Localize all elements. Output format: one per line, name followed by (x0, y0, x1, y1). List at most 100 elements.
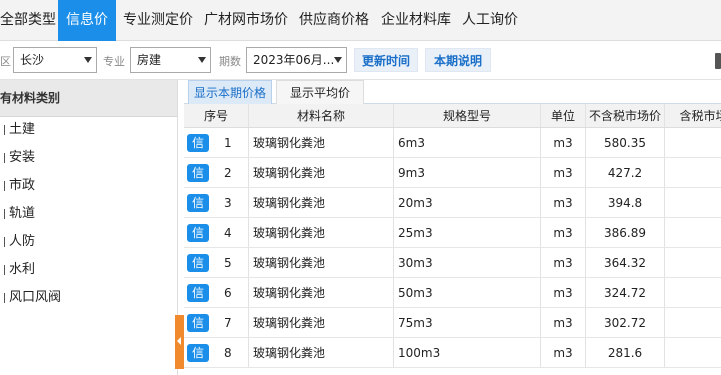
table-row[interactable]: 信 3 玻璃钢化粪池 20m3 m3 394.8 (184, 188, 721, 218)
category-panel: 有材料类别 土建 安装 市政 轨道 人防 水利 风口风阀 (0, 80, 178, 375)
chevron-down-icon (84, 57, 92, 63)
tab-labor-inquiry[interactable]: 人工询价 (462, 0, 518, 41)
col-unit-header[interactable]: 单位 (541, 104, 586, 127)
col-tax-price-header[interactable]: 含税市场价 (665, 104, 721, 127)
category-item-install[interactable]: 安装 (0, 144, 35, 172)
seq-number: 6 (224, 286, 232, 300)
seq-number: 4 (224, 226, 232, 240)
category-label: 安装 (9, 150, 36, 165)
category-label: 市政 (9, 178, 36, 193)
category-label: 水利 (9, 262, 36, 277)
info-badge-icon[interactable]: 信 (187, 284, 209, 302)
info-badge-icon[interactable]: 信 (187, 314, 209, 332)
tab-enterprise-library[interactable]: 企业材料库 (381, 0, 451, 41)
unit-cell: m3 (541, 278, 586, 307)
period-select[interactable]: 2023年06月... (246, 47, 347, 73)
period-label: 期数 (219, 55, 241, 68)
tab-info-price[interactable]: 信息价 (58, 0, 116, 41)
seq-cell: 信7 (184, 308, 249, 337)
col-spec-header[interactable]: 规格型号 (394, 104, 541, 127)
info-badge-icon[interactable]: 信 (187, 134, 209, 152)
table-row[interactable]: 信 1 玻璃钢化粪池 6m3 m3 580.35 (184, 128, 721, 158)
tree-line-icon (0, 293, 5, 303)
table-header: 序号 材料名称 规格型号 单位 不含税市场价 含税市场价 (184, 104, 721, 128)
category-item-civil[interactable]: 土建 (0, 116, 35, 144)
unit-cell: m3 (541, 218, 586, 247)
material-name-cell: 玻璃钢化粪池 (249, 128, 394, 157)
spec-cell: 9m3 (394, 158, 541, 187)
seq-cell: 信5 (184, 248, 249, 277)
category-item-vents[interactable]: 风口风阀 (0, 284, 61, 312)
period-notes-button[interactable]: 本期说明 (425, 48, 491, 72)
table-row[interactable]: 信 7 玻璃钢化粪池 75m3 m3 302.72 (184, 308, 721, 338)
tax-price-cell (665, 308, 721, 337)
table-row[interactable]: 信 6 玻璃钢化粪池 50m3 m3 324.72 (184, 278, 721, 308)
tab-all-types[interactable]: 全部类型 (0, 0, 58, 41)
seq-number: 7 (224, 316, 232, 330)
tab-professional-price[interactable]: 专业测定价 (123, 0, 193, 41)
tab-market-price[interactable]: 广材网市场价 (204, 0, 288, 41)
tree-line-icon (0, 209, 5, 219)
unit-cell: m3 (541, 158, 586, 187)
material-name-cell: 玻璃钢化粪池 (249, 218, 394, 247)
table-row[interactable]: 信 4 玻璃钢化粪池 25m3 m3 386.89 (184, 218, 721, 248)
col-price-header[interactable]: 不含税市场价 (586, 104, 665, 127)
category-panel-header: 有材料类别 (0, 80, 177, 117)
table-row[interactable]: 信 2 玻璃钢化粪池 9m3 m3 427.2 (184, 158, 721, 188)
category-item-municipal[interactable]: 市政 (0, 172, 35, 200)
price-view-tabs: 显示本期价格 显示平均价 (184, 80, 721, 104)
price-cell: 364.32 (586, 248, 665, 277)
info-badge-icon[interactable]: 信 (187, 164, 209, 182)
tab-average-price[interactable]: 显示平均价 (276, 80, 364, 104)
update-time-button[interactable]: 更新时间 (354, 48, 418, 72)
category-item-civil-defense[interactable]: 人防 (0, 228, 35, 256)
spec-cell: 30m3 (394, 248, 541, 277)
seq-cell: 信1 (184, 128, 249, 157)
spec-cell: 75m3 (394, 308, 541, 337)
spec-cell: 100m3 (394, 338, 541, 367)
info-badge-icon[interactable]: 信 (187, 254, 209, 272)
seq-cell: 信8 (184, 338, 249, 367)
region-select[interactable]: 长沙 (13, 47, 97, 73)
collapse-panel-handle[interactable] (175, 315, 184, 369)
chevron-down-icon (334, 57, 342, 63)
category-item-rail[interactable]: 轨道 (0, 200, 35, 228)
category-label: 轨道 (9, 206, 36, 221)
seq-number: 3 (224, 196, 232, 210)
info-badge-icon[interactable]: 信 (187, 344, 209, 362)
info-badge-icon[interactable]: 信 (187, 194, 209, 212)
seq-number: 8 (224, 346, 232, 360)
col-name-header[interactable]: 材料名称 (249, 104, 394, 127)
tax-price-cell (665, 278, 721, 307)
tree-line-icon (0, 265, 5, 275)
category-item-water[interactable]: 水利 (0, 256, 35, 284)
seq-cell: 信3 (184, 188, 249, 217)
top-nav: 全部类型 信息价 专业测定价 广材网市场价 供应商价格 企业材料库 人工询价 (0, 0, 721, 41)
price-cell: 427.2 (586, 158, 665, 187)
seq-number: 1 (224, 136, 232, 150)
major-select[interactable]: 房建 (130, 47, 211, 73)
col-seq-header[interactable]: 序号 (184, 104, 249, 127)
tax-price-cell (665, 218, 721, 247)
chevron-down-icon (198, 57, 206, 63)
scroll-handle[interactable] (715, 53, 721, 69)
price-cell: 324.72 (586, 278, 665, 307)
price-cell: 386.89 (586, 218, 665, 247)
seq-number: 5 (224, 256, 232, 270)
table-row[interactable]: 信 8 玻璃钢化粪池 100m3 m3 281.6 (184, 338, 721, 368)
material-name-cell: 玻璃钢化粪池 (249, 158, 394, 187)
tab-current-price[interactable]: 显示本期价格 (188, 80, 272, 104)
category-label: 风口风阀 (9, 290, 62, 305)
period-value: 2023年06月... (253, 53, 335, 67)
price-table: 序号 材料名称 规格型号 单位 不含税市场价 含税市场价 信1玻璃钢化粪池6m3… (184, 104, 721, 375)
price-cell: 281.6 (586, 338, 665, 367)
region-value: 长沙 (20, 53, 45, 67)
tree-line-icon (0, 125, 5, 135)
info-badge-icon[interactable]: 信 (187, 224, 209, 242)
material-name-cell: 玻璃钢化粪池 (249, 188, 394, 217)
material-name-cell: 玻璃钢化粪池 (249, 278, 394, 307)
table-row[interactable]: 信 5 玻璃钢化粪池 30m3 m3 364.32 (184, 248, 721, 278)
tree-line-icon (0, 153, 5, 163)
tree-line-icon (0, 237, 5, 247)
tab-supplier-price[interactable]: 供应商价格 (299, 0, 369, 41)
